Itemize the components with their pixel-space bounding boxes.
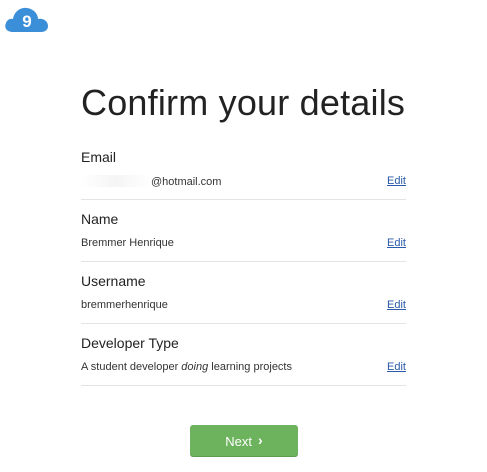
next-button-label: Next: [225, 433, 253, 449]
edit-username-link[interactable]: Edit: [387, 299, 406, 311]
details-list: Email @hotmail.com Edit Name Bremmer Hen…: [81, 148, 406, 396]
developer-type-emphasis: doing: [181, 361, 209, 373]
detail-row-name: Name Bremmer Henrique Edit: [81, 210, 406, 262]
detail-row-developer-type: Developer Type A student developer doing…: [81, 334, 406, 386]
developer-type-suffix: learning projects: [208, 361, 292, 373]
username-value: bremmerhenrique: [81, 299, 168, 311]
next-button[interactable]: Next ›: [190, 425, 298, 457]
redacted-text: [81, 175, 151, 187]
chevron-right-icon: ›: [258, 432, 263, 448]
logo-glyph: 9: [22, 12, 31, 31]
edit-name-link[interactable]: Edit: [387, 237, 406, 249]
page-title: Confirm your details: [81, 82, 406, 123]
developer-type-prefix: A student developer: [81, 361, 182, 373]
username-label: Username: [81, 273, 146, 289]
cloud9-logo: 9: [3, 3, 51, 35]
email-label: Email: [81, 149, 117, 165]
edit-developer-type-link[interactable]: Edit: [387, 361, 406, 373]
developer-type-value: A student developer doing learning proje…: [81, 361, 292, 373]
detail-row-email: Email @hotmail.com Edit: [81, 148, 406, 200]
developer-type-label: Developer Type: [81, 335, 179, 351]
name-value: Bremmer Henrique: [81, 237, 174, 249]
detail-row-username: Username bremmerhenrique Edit: [81, 272, 406, 324]
edit-email-link[interactable]: Edit: [387, 175, 406, 187]
email-value-text: @hotmail.com: [151, 176, 222, 188]
name-label: Name: [81, 211, 119, 227]
cloud-logo-icon: 9: [5, 7, 49, 32]
email-value: @hotmail.com: [81, 175, 221, 188]
